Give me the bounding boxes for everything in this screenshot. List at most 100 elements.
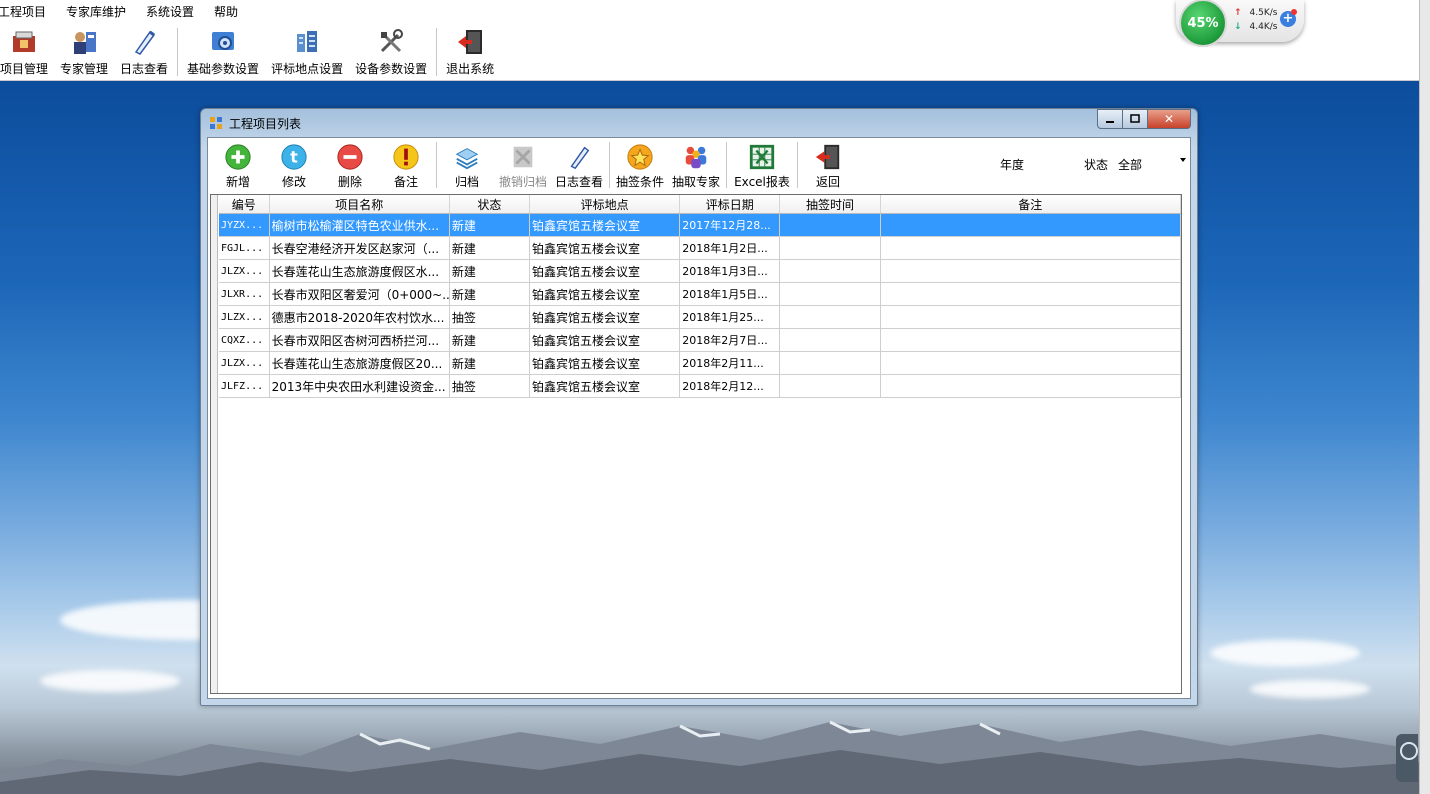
add-button[interactable]: 新增: [210, 140, 266, 190]
cell-eval-date: 2018年1月5日...: [679, 282, 781, 306]
column-header-status[interactable]: 状态: [449, 195, 530, 214]
edit-button[interactable]: t 修改: [266, 140, 322, 190]
venue-settings-button[interactable]: 评标地点设置: [265, 26, 349, 78]
cell-draw-time: [779, 282, 881, 306]
excel-report-button[interactable]: Excel报表: [729, 140, 795, 190]
chevron-down-icon[interactable]: [1180, 158, 1186, 162]
column-header-venue[interactable]: 评标地点: [529, 195, 681, 214]
basic-params-button[interactable]: 基础参数设置: [181, 26, 265, 78]
menu-help[interactable]: 帮助: [204, 2, 248, 22]
cell-draw-time: [779, 213, 881, 237]
cell-status: 新建: [449, 282, 530, 306]
note-button[interactable]: 备注: [378, 140, 434, 190]
cell-remarks: [880, 282, 1182, 306]
column-header-remarks[interactable]: 备注: [880, 195, 1182, 214]
memory-gauge: 45%: [1179, 0, 1227, 47]
cloud: [40, 670, 180, 692]
note-label: 备注: [393, 175, 418, 189]
device-params-button[interactable]: 设备参数设置: [349, 26, 433, 78]
cell-venue: 铂鑫宾馆五楼会议室: [529, 374, 681, 398]
cell-code: JLZX...: [219, 305, 270, 329]
exit-system-button[interactable]: 退出系统: [440, 26, 500, 78]
side-scroll-tab[interactable]: [1396, 734, 1418, 782]
archive-button[interactable]: 归档: [439, 140, 495, 190]
cell-project-name: 2013年中央农田水利建设资金...: [269, 374, 450, 398]
cell-draw-time: [779, 259, 881, 283]
expand-circle-icon: [1400, 742, 1418, 760]
main-toolbar: 项目管理 专家管理 日志查看 基础参数设置 评标地点设置 设备参数设置 退出系统: [0, 26, 500, 78]
unarchive-button[interactable]: 撤销归档: [495, 140, 551, 190]
minimize-button[interactable]: [1097, 109, 1123, 129]
basic-params-label: 基础参数设置: [187, 62, 260, 76]
window-log-view-button[interactable]: 日志查看: [551, 140, 607, 190]
back-label: 返回: [815, 175, 840, 189]
back-button[interactable]: 返回: [800, 140, 856, 190]
device-params-label: 设备参数设置: [355, 62, 428, 76]
cell-venue: 铂鑫宾馆五楼会议室: [529, 328, 681, 352]
row-header-column: [211, 195, 218, 693]
table-row[interactable]: JYZX... 榆树市松榆灌区特色农业供水... 新建 铂鑫宾馆五楼会议室 20…: [219, 213, 1182, 237]
network-speed-widget[interactable]: 45% ↑ 4.5K/s ↓ 4.4K/s +: [1176, 0, 1304, 47]
column-header-eval-date[interactable]: 评标日期: [679, 195, 781, 214]
delete-button[interactable]: 删除: [322, 140, 378, 190]
cell-code: JLXR...: [219, 282, 270, 306]
table-row[interactable]: FGJL... 长春空港经济开发区赵家河（... 新建 铂鑫宾馆五楼会议室 20…: [219, 236, 1182, 260]
download-rate-value: 4.4K/s: [1249, 22, 1278, 32]
cell-eval-date: 2018年2月12...: [679, 374, 781, 398]
project-management-label: 项目管理: [0, 62, 49, 76]
cell-draw-time: [779, 328, 881, 352]
table-row[interactable]: CQXZ... 长春市双阳区杏树河西桥拦河... 新建 铂鑫宾馆五楼会议室 20…: [219, 328, 1182, 352]
download-arrow-icon: ↓: [1234, 22, 1242, 32]
year-filter-label: 年度: [1000, 158, 1025, 172]
menu-system-settings[interactable]: 系统设置: [136, 2, 204, 22]
project-management-button[interactable]: 项目管理: [0, 26, 54, 78]
cell-venue: 铂鑫宾馆五楼会议室: [529, 213, 681, 237]
cell-status: 新建: [449, 328, 530, 352]
column-header-code[interactable]: 编号: [219, 195, 270, 214]
menu-projects[interactable]: 工程项目: [0, 2, 56, 22]
maximize-button[interactable]: [1123, 109, 1148, 129]
log-icon: [134, 30, 156, 55]
draw-conditions-button[interactable]: 抽签条件: [612, 140, 668, 190]
cell-remarks: [880, 305, 1182, 329]
window-title: 工程项目列表: [229, 116, 302, 131]
status-filter-select[interactable]: 全部: [1118, 156, 1142, 173]
cell-project-name: 长春市双阳区奢爱河（0+000~...: [269, 282, 450, 306]
column-header-draw-time[interactable]: 抽签时间: [779, 195, 881, 214]
cloud: [1250, 680, 1370, 698]
cell-eval-date: 2018年1月25...: [679, 305, 781, 329]
cell-remarks: [880, 328, 1182, 352]
star-icon: [627, 144, 653, 170]
window-body: 新增 t 修改 删除 备注 归档 撤销归档 日志查看 抽签条件 抽取专家 Exc…: [207, 137, 1191, 699]
close-icon: ✕: [1163, 112, 1175, 126]
cell-project-name: 长春市双阳区杏树河西桥拦河...: [269, 328, 450, 352]
cell-draw-time: [779, 374, 881, 398]
table-row[interactable]: JLZX... 长春莲花山生态旅游度假区20... 新建 铂鑫宾馆五楼会议室 2…: [219, 351, 1182, 375]
table-row[interactable]: JLXR... 长春市双阳区奢爱河（0+000~... 新建 铂鑫宾馆五楼会议室…: [219, 282, 1182, 306]
upload-rate: ↑ 4.5K/s: [1234, 8, 1277, 18]
expert-management-button[interactable]: 专家管理: [54, 26, 114, 78]
cell-status: 抽签: [449, 305, 530, 329]
log-view-button[interactable]: 日志查看: [114, 26, 174, 78]
back-icon: [815, 144, 840, 170]
table-row[interactable]: JLZX... 德惠市2018-2020年农村饮水... 抽签 铂鑫宾馆五楼会议…: [219, 305, 1182, 329]
cell-remarks: [880, 213, 1182, 237]
cell-draw-time: [779, 351, 881, 375]
status-filter-label: 状态: [1084, 158, 1109, 172]
table-row[interactable]: JLFZ... 2013年中央农田水利建设资金... 抽签 铂鑫宾馆五楼会议室 …: [219, 374, 1182, 398]
note-icon: [393, 144, 419, 170]
window-app-icon: [210, 117, 222, 129]
cell-draw-time: [779, 236, 881, 260]
cell-code: JLZX...: [219, 259, 270, 283]
menu-expert-library[interactable]: 专家库维护: [56, 2, 136, 22]
close-button[interactable]: ✕: [1148, 109, 1191, 129]
cloud: [1210, 640, 1360, 666]
cell-status: 新建: [449, 213, 530, 237]
expert-management-label: 专家管理: [60, 62, 109, 76]
draw-experts-label: 抽取专家: [671, 175, 720, 189]
table-row[interactable]: JLZX... 长春莲花山生态旅游度假区水... 新建 铂鑫宾馆五楼会议室 20…: [219, 259, 1182, 283]
window-titlebar[interactable]: 工程项目列表: [209, 113, 301, 133]
draw-experts-button[interactable]: 抽取专家: [668, 140, 724, 190]
column-header-project-name[interactable]: 项目名称: [269, 195, 450, 214]
unarchive-label: 撤销归档: [498, 175, 547, 189]
